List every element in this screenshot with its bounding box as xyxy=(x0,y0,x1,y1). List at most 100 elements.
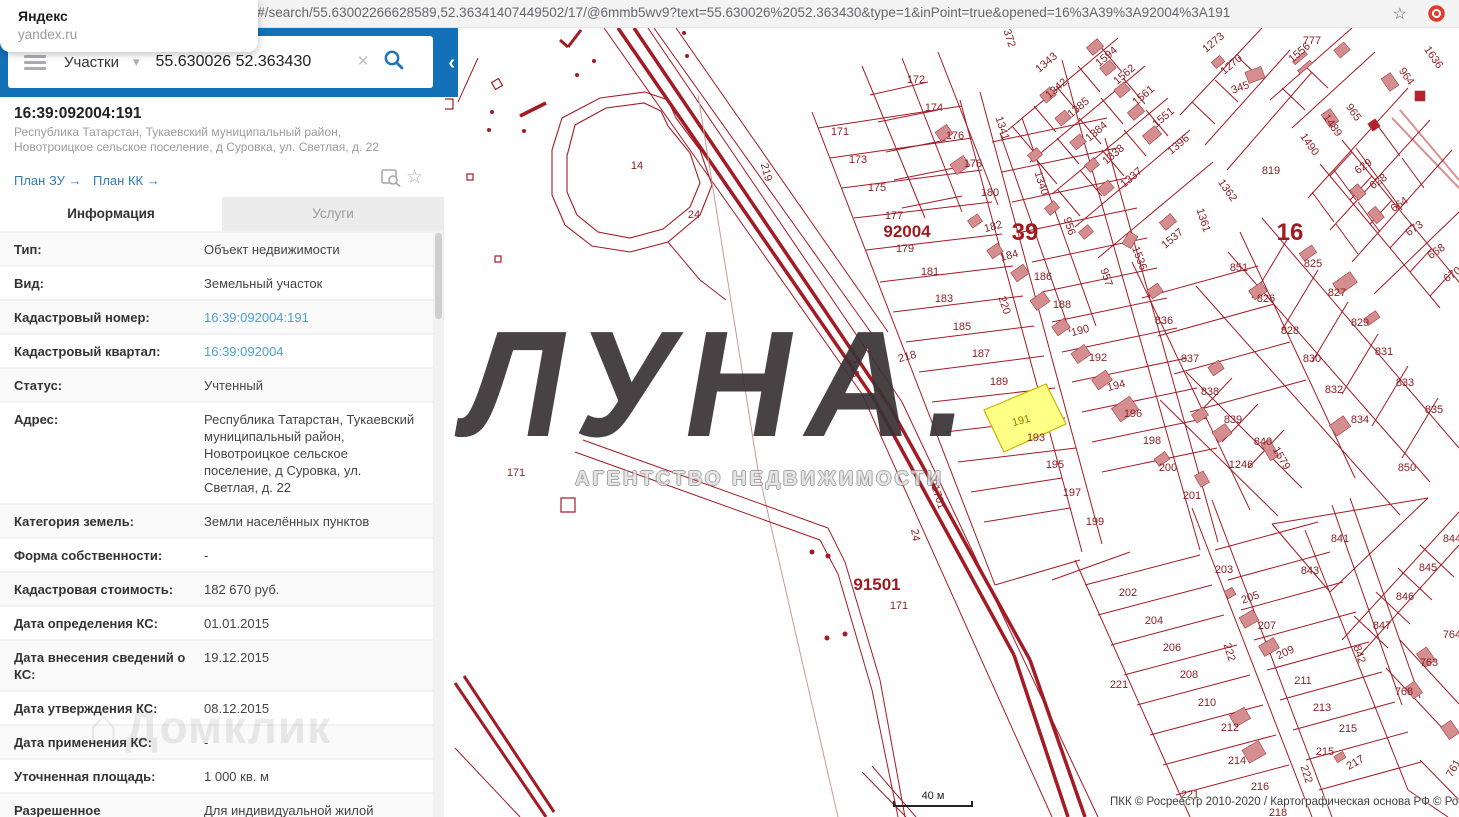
row-label: Статус: xyxy=(14,378,63,393)
parcel-label: 1246 xyxy=(1229,459,1253,471)
parcel-label: 24 xyxy=(908,528,922,542)
scale-label: 40 м xyxy=(921,790,945,802)
parcel-label: 830 xyxy=(1303,353,1321,365)
parcel-label: 839 xyxy=(1224,414,1242,426)
parcel-label: 212 xyxy=(1221,722,1239,734)
parcel-label: 833 xyxy=(1396,377,1414,389)
row-value-link[interactable]: 16:39:092004:191 xyxy=(204,309,419,326)
row-value: Объект недвижимости xyxy=(204,242,340,257)
parcel-label: 199 xyxy=(1086,516,1104,528)
parcel-label: 221 xyxy=(1110,679,1128,691)
parcel-label: 845 xyxy=(1419,562,1437,574)
parcel-label: 832 xyxy=(1325,384,1343,396)
parcel-label: 763 xyxy=(1420,657,1438,669)
parcel-label: 203 xyxy=(1215,564,1233,576)
parcel-label: 173 xyxy=(849,154,867,166)
table-row: Кадастровая стоимость: 182 670 руб. xyxy=(0,571,433,605)
row-label: Категория земель: xyxy=(14,514,135,529)
row-label: Дата определения КС: xyxy=(14,616,158,631)
yandex-tab-tooltip: Яндекс yandex.ru xyxy=(0,0,258,52)
parcel-label: 218 xyxy=(1269,807,1287,817)
row-value: 19.12.2015 xyxy=(204,650,270,665)
row-value: - xyxy=(204,548,209,563)
parcel-label: 844 xyxy=(1443,533,1459,545)
search-input[interactable] xyxy=(155,53,356,71)
quarter-label: 16 xyxy=(1277,219,1304,246)
parcel-label: 196 xyxy=(1124,408,1142,420)
row-label: Тип: xyxy=(14,242,42,257)
url-text[interactable]: u/#/search/55.63002266628589,52.36341407… xyxy=(246,5,1230,20)
clear-search-icon[interactable]: × xyxy=(358,51,369,73)
parcel-label: 177 xyxy=(885,210,903,222)
extension-target-icon[interactable] xyxy=(1428,5,1445,22)
row-label: Кадастровый номер: xyxy=(14,310,150,325)
parcel-label: 846 xyxy=(1396,591,1414,603)
row-value: Земельный участок xyxy=(204,276,323,291)
parcel-label: 214 xyxy=(1228,755,1246,767)
parcel-cadastral-number-title: 16:39:092004:191 xyxy=(14,105,142,122)
parcel-label: 202 xyxy=(1119,587,1137,599)
cadastral-map[interactable]: 191 14 24 219 172 174 176 178 180 171 173 175 177 920… xyxy=(445,28,1459,817)
menu-hamburger-icon[interactable] xyxy=(24,52,46,73)
quarter-label: 92004 xyxy=(883,222,931,241)
row-label: Уточненная площадь: xyxy=(14,769,156,784)
parcel-label: 197 xyxy=(1063,487,1081,499)
row-value: 1 000 кв. м xyxy=(204,769,269,784)
parcel-label: 179 xyxy=(896,243,914,255)
parcel-label: 189 xyxy=(990,376,1008,388)
parcel-label: 216 xyxy=(1251,781,1269,793)
scrollbar-thumb[interactable] xyxy=(435,233,442,319)
map-mark-dot xyxy=(682,31,686,35)
parcel-label: 208 xyxy=(1180,669,1198,681)
table-row: Кадастровый номер: 16:39:092004:191 xyxy=(0,299,433,333)
map-mark-dot xyxy=(842,631,848,637)
map-mark-dot xyxy=(490,110,494,114)
plan-kk-link[interactable]: План КК → xyxy=(93,173,160,188)
parcel-label: 826 xyxy=(1257,293,1275,305)
map-mark-dot xyxy=(825,553,831,559)
document-search-icon[interactable] xyxy=(381,169,401,192)
parcel-info-panel: 16:39:092004:191 Республика Татарстан, Т… xyxy=(0,97,444,817)
plan-zu-link[interactable]: План ЗУ → xyxy=(14,173,82,188)
parcel-label: 831 xyxy=(1375,346,1393,358)
parcel-label: 829 xyxy=(1351,317,1369,329)
collapse-panel-chevron[interactable]: ‹ xyxy=(448,52,455,75)
parcel-label: 181 xyxy=(921,266,939,278)
panel-scrollbar[interactable] xyxy=(433,231,444,817)
tab-services[interactable]: Услуги xyxy=(222,197,444,231)
parcel-label: 201 xyxy=(1183,490,1201,502)
parcel-label: 828 xyxy=(1281,325,1299,337)
luna-watermark: ЛУНА. xyxy=(448,300,999,469)
parcel-label: 764 xyxy=(1443,629,1459,641)
map-mark-dot xyxy=(522,129,526,133)
building xyxy=(1414,90,1426,102)
table-row: Уточненная площадь: 1 000 кв. м xyxy=(0,758,433,792)
parcel-label: 175 xyxy=(868,182,886,194)
parcel-label: 819 xyxy=(1262,165,1280,177)
parcel-label: 188 xyxy=(1053,299,1071,311)
parcel-label: 211 xyxy=(1294,675,1312,687)
parcel-label: 186 xyxy=(1034,271,1052,283)
map-mark-dot xyxy=(592,59,596,63)
row-label: Разрешенное использование: xyxy=(14,803,101,817)
parcel-label: 847 xyxy=(1373,620,1391,632)
search-category-dropdown[interactable]: Участки xyxy=(64,54,119,71)
table-row: Тип: Объект недвижимости xyxy=(0,231,433,265)
parcel-label: 210 xyxy=(1198,697,1216,709)
parcel-label: 827 xyxy=(1328,287,1346,299)
map-scale-bar: 40 м xyxy=(893,790,973,807)
tab-information[interactable]: Информация xyxy=(0,197,222,231)
parcel-label: 171 xyxy=(890,600,908,612)
parcel-label: 180 xyxy=(981,187,999,199)
favorite-star-icon[interactable]: ☆ xyxy=(406,166,423,189)
bookmark-star-icon[interactable]: ☆ xyxy=(1393,4,1407,24)
parcel-label: 174 xyxy=(925,102,943,114)
parcel-label: 198 xyxy=(1143,435,1161,447)
parcel-label: 172 xyxy=(907,74,925,86)
chevron-down-icon[interactable]: ▾ xyxy=(133,54,140,70)
search-icon[interactable] xyxy=(383,49,405,76)
parcel-label: 200 xyxy=(1159,462,1177,474)
row-value-link[interactable]: 16:39:092004 xyxy=(204,343,419,360)
parcel-header: 16:39:092004:191 Республика Татарстан, Т… xyxy=(0,97,444,197)
map-mark-dot xyxy=(575,73,579,77)
